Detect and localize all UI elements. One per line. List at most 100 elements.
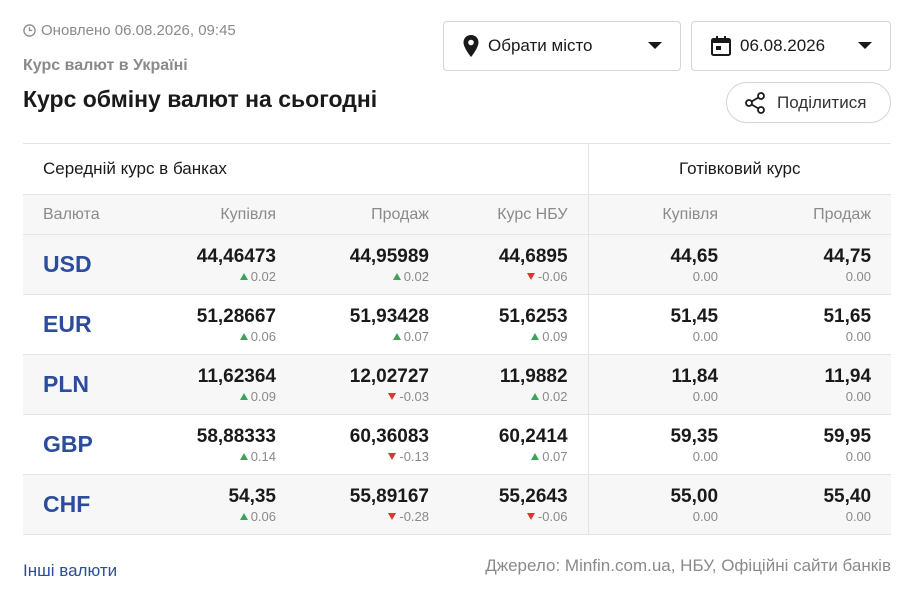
rate-cell-sell: 51,93428 0.07 <box>296 294 449 355</box>
rate-change-value: 0.02 <box>542 389 568 404</box>
rate-change-value: 0.00 <box>692 269 719 284</box>
rate-value: 44,95989 <box>349 246 429 267</box>
rate-change: -0.28 <box>296 508 429 526</box>
rate-value: 55,89167 <box>349 486 429 507</box>
rate-cell-nbu: 60,2414 0.07 <box>449 414 589 475</box>
table-row: EUR 51,28667 0.06 51,93428 0.07 51,6253 0.09 51… <box>23 294 892 355</box>
rate-value: 55,00 <box>670 486 719 507</box>
rate-value: 60,36083 <box>349 426 429 447</box>
rate-value: 11,94 <box>824 366 872 387</box>
rate-change: 0.00 <box>738 328 871 346</box>
rate-change-value: 0.00 <box>845 269 872 284</box>
currency-cell: CHF <box>23 474 143 535</box>
rate-change-value: 0.00 <box>692 389 719 404</box>
city-select[interactable]: Обрати місто <box>443 21 681 71</box>
arrow-up-icon <box>239 513 248 520</box>
rate-cell-buy: 54,35 0.06 <box>143 474 296 535</box>
rate-cell-sell: 44,95989 0.02 <box>296 234 449 295</box>
rate-change-value: 0.00 <box>845 389 872 404</box>
currency-cell: USD <box>23 234 143 295</box>
rate-change-value: 0.00 <box>845 449 872 464</box>
col-header-sell: Продаж <box>296 194 449 235</box>
rate-value: 51,28667 <box>196 306 276 327</box>
rate-change-value: 0.09 <box>250 389 276 404</box>
rate-change-value: 0.07 <box>542 449 568 464</box>
rate-change-value: -0.06 <box>537 509 568 524</box>
currency-code-link[interactable]: EUR <box>43 311 92 337</box>
currency-code-link[interactable]: GBP <box>43 431 93 457</box>
rate-cell-cash-sell: 44,75 0.00 <box>738 234 892 295</box>
rate-cell-nbu: 44,6895 -0.06 <box>449 234 589 295</box>
currency-code-link[interactable]: USD <box>43 251 92 277</box>
rate-cell-buy: 51,28667 0.06 <box>143 294 296 355</box>
group-cash-rate: Готівковий курс <box>587 143 892 195</box>
city-select-label: Обрати місто <box>488 36 593 55</box>
currency-code-link[interactable]: CHF <box>43 491 90 517</box>
rate-change: 0.09 <box>143 388 276 406</box>
arrow-up-icon <box>239 393 248 400</box>
rate-change: -0.06 <box>449 508 568 526</box>
rate-value: 59,35 <box>670 426 719 447</box>
share-button[interactable]: Поділитися <box>726 82 891 123</box>
share-icon <box>743 91 767 115</box>
currency-code-link[interactable]: PLN <box>43 371 89 397</box>
clock-icon <box>23 24 36 37</box>
rate-change: 0.02 <box>449 388 568 406</box>
rate-change: 0.00 <box>589 268 719 286</box>
rate-value: 60,2414 <box>498 426 568 447</box>
rate-cell-buy: 44,46473 0.02 <box>143 234 296 295</box>
col-header-currency: Валюта <box>23 194 143 235</box>
rate-cell-nbu: 11,9882 0.02 <box>449 354 589 415</box>
rate-change-value: 0.00 <box>692 509 719 524</box>
rate-value: 51,45 <box>670 306 719 327</box>
rate-value: 11,62364 <box>197 366 276 387</box>
rate-value: 44,65 <box>670 246 719 267</box>
arrow-up-icon <box>531 393 540 400</box>
updated-text: Оновлено 06.08.2026, 09:45 <box>41 22 236 39</box>
rate-change: 0.00 <box>589 388 719 406</box>
rate-change-value: 0.00 <box>845 329 872 344</box>
rate-cell-cash-sell: 51,65 0.00 <box>738 294 892 355</box>
rate-change: 0.14 <box>143 448 276 466</box>
rate-change-value: 0.00 <box>692 329 719 344</box>
rate-change: 0.02 <box>143 268 276 286</box>
rate-value: 44,6895 <box>498 246 568 267</box>
date-select[interactable]: 06.08.2026 <box>691 21 891 71</box>
rate-change-value: 0.14 <box>250 449 276 464</box>
rate-change-value: 0.00 <box>845 509 872 524</box>
arrow-down-icon <box>388 393 397 400</box>
rate-value: 55,40 <box>823 486 872 507</box>
rate-value: 51,65 <box>823 306 872 327</box>
date-select-label: 06.08.2026 <box>740 36 826 55</box>
rate-change: -0.03 <box>296 388 429 406</box>
table-row: USD 44,46473 0.02 44,95989 0.02 44,6895 -0.06 4… <box>23 234 892 295</box>
currency-cell: EUR <box>23 294 143 355</box>
rate-value: 44,46473 <box>196 246 276 267</box>
rate-change-value: 0.00 <box>692 449 719 464</box>
rate-cell-cash-buy: 55,00 0.00 <box>587 474 739 535</box>
arrow-down-icon <box>526 273 535 280</box>
arrow-up-icon <box>239 453 248 460</box>
rate-change: 0.07 <box>296 328 429 346</box>
rate-cell-sell: 60,36083 -0.13 <box>296 414 449 475</box>
page-subtitle: Курс валют в Україні <box>23 57 188 74</box>
rate-change-value: 0.02 <box>403 269 429 284</box>
other-currencies-link[interactable]: Інші валюти <box>23 561 117 581</box>
rate-change: 0.00 <box>589 508 719 526</box>
rate-value: 51,6253 <box>498 306 568 327</box>
rate-cell-nbu: 55,2643 -0.06 <box>449 474 589 535</box>
rate-value: 59,95 <box>823 426 872 447</box>
rate-cell-cash-sell: 55,40 0.00 <box>738 474 892 535</box>
group-bank-average: Середній курс в банках <box>23 143 589 195</box>
rate-value: 11,9882 <box>499 366 568 387</box>
rate-change: 0.06 <box>143 328 276 346</box>
rate-change: 0.02 <box>296 268 429 286</box>
rate-cell-cash-buy: 44,65 0.00 <box>587 234 739 295</box>
arrow-up-icon <box>531 453 540 460</box>
table-row: GBP 58,88333 0.14 60,36083 -0.13 60,2414 0.07 5… <box>23 414 892 475</box>
rate-change-value: -0.03 <box>399 389 429 404</box>
rate-change-value: -0.06 <box>537 269 568 284</box>
arrow-up-icon <box>239 273 248 280</box>
group-header-row: Середній курс в банках Готівковий курс <box>23 143 892 195</box>
rate-change: 0.07 <box>449 448 568 466</box>
